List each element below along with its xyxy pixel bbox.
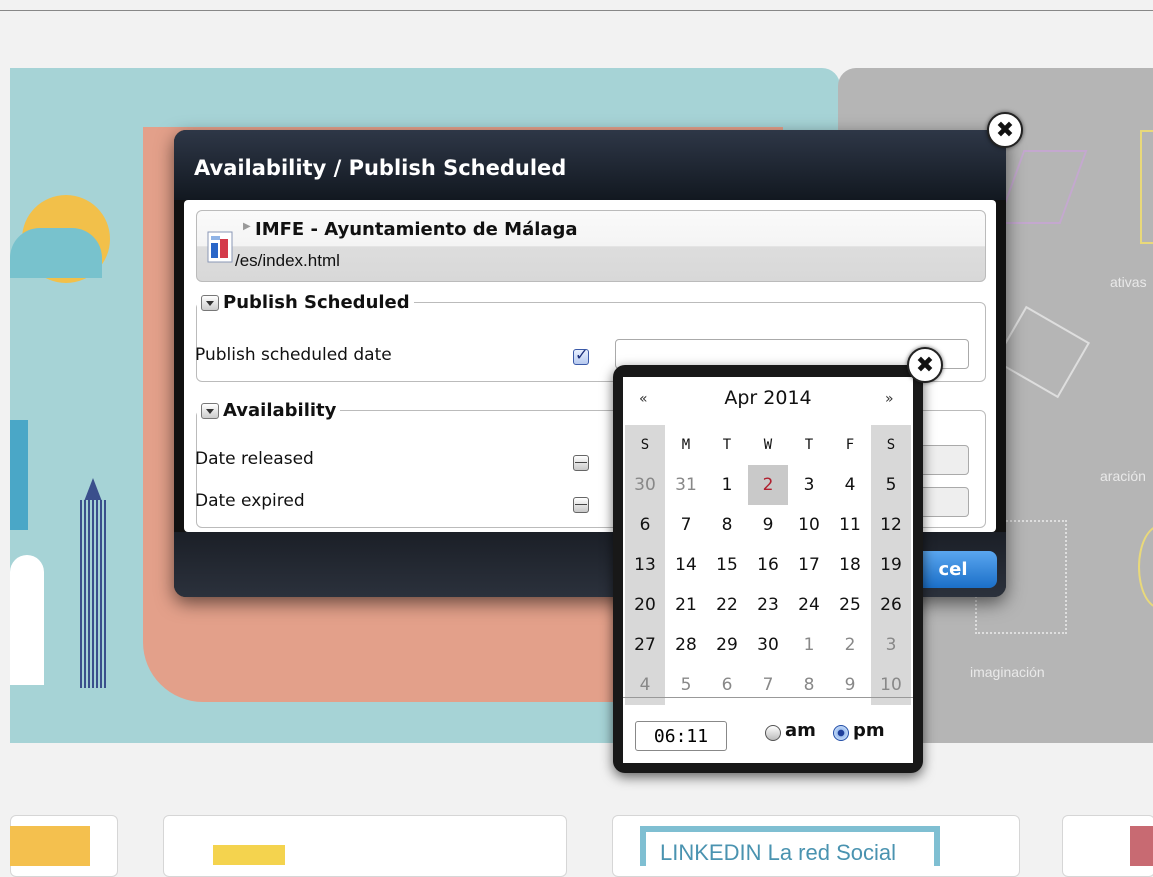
calendar-day[interactable]: 13 (625, 545, 665, 585)
time-input[interactable]: 06:11 (635, 721, 727, 751)
calendar-day-other-month[interactable]: 9 (830, 665, 870, 705)
calendar-divider (623, 697, 913, 698)
page-document-icon (207, 231, 233, 263)
background-label: imaginación (970, 664, 1045, 680)
background-label: ativas (1110, 274, 1147, 290)
calendar-day[interactable]: 23 (748, 585, 788, 625)
calendar-day[interactable]: 15 (707, 545, 747, 585)
date-picker-popup: Apr 2014 « » S M T W T F S 30 31 1 2 3 4 5 6 7 8 9 10 11 12 1… (613, 347, 943, 773)
calendar-day[interactable]: 11 (830, 505, 870, 545)
calendar-day[interactable]: 18 (830, 545, 870, 585)
date-expired-label: Date expired (195, 491, 305, 511)
calendar-day-other-month[interactable]: 3 (871, 625, 911, 665)
calendar-day[interactable]: 12 (871, 505, 911, 545)
calendar-header: Apr 2014 « » (623, 387, 913, 417)
background-yellow-block (213, 845, 285, 865)
publish-scheduled-date-label: Publish scheduled date (195, 345, 392, 365)
date-expired-checkbox[interactable] (573, 497, 589, 513)
calendar-day[interactable]: 27 (625, 625, 665, 665)
calendar-day-other-month[interactable]: 6 (707, 665, 747, 705)
calendar-day[interactable]: 8 (707, 505, 747, 545)
publish-scheduled-legend-label: Publish Scheduled (223, 292, 410, 313)
calendar-day[interactable]: 19 (871, 545, 911, 585)
expand-arrow-icon[interactable]: ▶ (243, 221, 251, 232)
calendar-day[interactable]: 24 (789, 585, 829, 625)
collapse-toggle-icon[interactable] (201, 402, 219, 419)
publish-scheduled-checkbox[interactable] (573, 345, 589, 365)
calendar-day[interactable]: 4 (830, 465, 870, 505)
next-month-button[interactable]: » (885, 391, 894, 407)
calendar-day[interactable]: 30 (748, 625, 788, 665)
prev-month-button[interactable]: « (639, 391, 648, 407)
dialog-header: Availability / Publish Scheduled (174, 130, 1006, 200)
calendar-day[interactable]: 26 (871, 585, 911, 625)
am-radio[interactable] (765, 725, 781, 741)
calendar-day[interactable]: 14 (666, 545, 706, 585)
calendar-day[interactable]: 2 (748, 465, 788, 505)
weekday-header: T (804, 437, 814, 453)
calendar-day-other-month[interactable]: 30 (625, 465, 665, 505)
calendar-day[interactable]: 3 (789, 465, 829, 505)
date-picker-close-button[interactable]: ✖ (907, 347, 943, 383)
pm-label: pm (853, 720, 885, 741)
availability-legend[interactable]: Availability (197, 400, 340, 421)
building-illustration (10, 420, 28, 530)
dialog-title: Availability / Publish Scheduled (194, 156, 567, 180)
calendar-day[interactable]: 1 (707, 465, 747, 505)
background-yellow-block (10, 826, 90, 866)
site-path: /es/index.html (235, 251, 340, 270)
weekday-header: S (625, 425, 665, 465)
calendar-day[interactable]: 29 (707, 625, 747, 665)
calendar-day[interactable]: 6 (625, 505, 665, 545)
calendar-day-other-month[interactable]: 10 (871, 665, 911, 705)
close-icon: ✖ (987, 112, 1023, 148)
calendar-day-other-month[interactable]: 2 (830, 625, 870, 665)
calendar-day-other-month[interactable]: 5 (666, 665, 706, 705)
weekday-header: S (871, 425, 911, 465)
publish-scheduled-legend[interactable]: Publish Scheduled (197, 292, 414, 313)
calendar-day[interactable]: 5 (871, 465, 911, 505)
cloud-illustration (10, 228, 102, 278)
calendar-day-other-month[interactable]: 4 (625, 665, 665, 705)
calendar-day-other-month[interactable]: 1 (789, 625, 829, 665)
tower-illustration (80, 500, 106, 688)
top-divider (0, 10, 1153, 11)
dialog-close-button[interactable]: ✖ (987, 112, 1023, 148)
collapse-toggle-icon[interactable] (201, 294, 219, 311)
weekday-header: M (681, 437, 691, 453)
pm-radio[interactable] (833, 725, 849, 741)
calendar-day-other-month[interactable]: 8 (789, 665, 829, 705)
background-red-block (1130, 826, 1153, 866)
calendar-month-label: Apr 2014 (724, 387, 812, 409)
calendar-day-other-month[interactable]: 7 (748, 665, 788, 705)
calendar-day[interactable]: 16 (748, 545, 788, 585)
calendar-day[interactable]: 7 (666, 505, 706, 545)
linkedin-banner[interactable]: LINKEDIN La red Social (640, 826, 940, 866)
date-released-checkbox[interactable] (573, 455, 589, 471)
weekday-header: W (763, 437, 773, 453)
weekday-header: F (845, 437, 855, 453)
date-released-label: Date released (195, 449, 314, 469)
calendar-day-other-month[interactable]: 31 (666, 465, 706, 505)
decorative-shape (1140, 130, 1153, 244)
am-label: am (785, 720, 816, 741)
site-name: IMFE - Ayuntamiento de Málaga (255, 219, 578, 240)
background-label: aración (1100, 468, 1146, 484)
building-illustration (10, 555, 44, 685)
weekday-header: T (722, 437, 732, 453)
calendar-day[interactable]: 17 (789, 545, 829, 585)
calendar-day[interactable]: 22 (707, 585, 747, 625)
calendar-day[interactable]: 20 (625, 585, 665, 625)
availability-legend-label: Availability (223, 400, 337, 421)
date-picker-body: Apr 2014 « » S M T W T F S 30 31 1 2 3 4 5 6 7 8 9 10 11 12 1… (623, 377, 913, 763)
calendar-day[interactable]: 21 (666, 585, 706, 625)
calendar-day[interactable]: 25 (830, 585, 870, 625)
calendar-day[interactable]: 28 (666, 625, 706, 665)
calendar-day[interactable]: 10 (789, 505, 829, 545)
site-info-box: ▶ IMFE - Ayuntamiento de Málaga /es/inde… (196, 210, 986, 282)
close-icon: ✖ (907, 347, 943, 383)
calendar-day[interactable]: 9 (748, 505, 788, 545)
